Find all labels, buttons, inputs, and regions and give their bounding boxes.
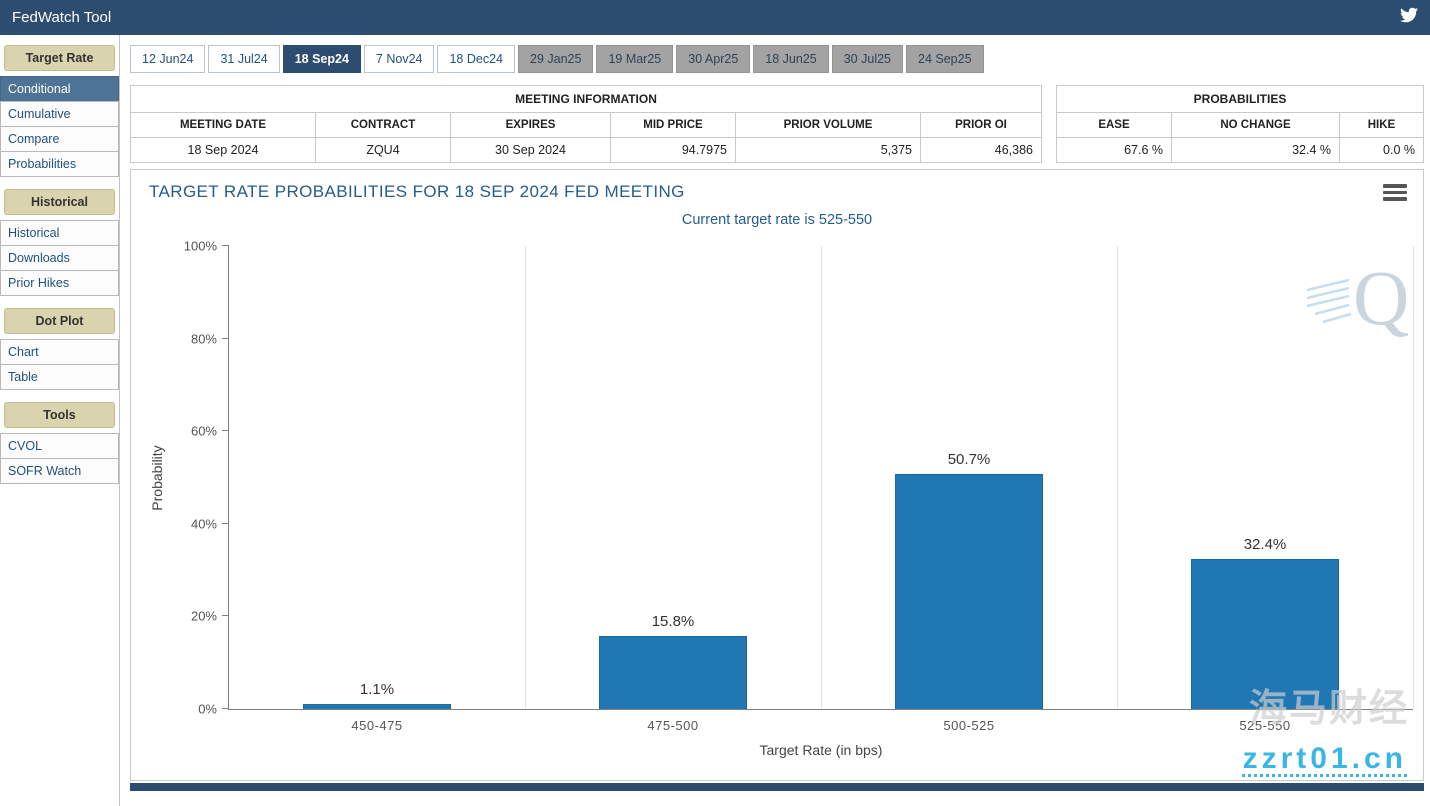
meeting-date-value: 18 Sep 2024: [131, 138, 316, 163]
y-tick-label: 20%: [191, 609, 229, 624]
hamburger-menu-icon[interactable]: [1383, 184, 1407, 204]
x-tick-label: 500-525: [821, 709, 1117, 733]
col-ease: EASE: [1057, 113, 1172, 138]
ease-value: 67.6 %: [1057, 138, 1172, 163]
contract-value: ZQU4: [316, 138, 451, 163]
chart-subtitle: Current target rate is 525-550: [131, 212, 1423, 228]
tab-19-mar25[interactable]: 19 Mar25: [596, 45, 673, 73]
sidebar-group-dot-plot: Dot Plot: [4, 308, 115, 334]
prior-volume-value: 5,375: [736, 138, 921, 163]
sidebar-item-compare[interactable]: Compare: [0, 126, 119, 152]
y-tick-label: 40%: [191, 516, 229, 531]
sidebar-group-tools: Tools: [4, 402, 115, 428]
tab-30-apr25[interactable]: 30 Apr25: [676, 45, 750, 73]
tab-31-jul24[interactable]: 31 Jul24: [208, 45, 279, 73]
tab-7-nov24[interactable]: 7 Nov24: [364, 45, 435, 73]
bar-slot-500-525: 50.7%: [821, 246, 1117, 709]
x-axis-labels: 450-475 475-500 500-525 525-550: [229, 709, 1413, 733]
tab-18-jun25[interactable]: 18 Jun25: [753, 45, 828, 73]
bar-value-label: 15.8%: [652, 613, 695, 630]
table-row: 67.6 % 32.4 % 0.0 %: [1057, 138, 1424, 163]
x-tick-label: 450-475: [229, 709, 525, 733]
y-tick-label: 60%: [191, 424, 229, 439]
y-axis-title: Probability: [149, 445, 165, 510]
footer-bar: [130, 783, 1424, 791]
bar-slot-525-550: 32.4%: [1117, 246, 1413, 709]
sidebar-item-probabilities[interactable]: Probabilities: [0, 151, 119, 177]
bar-slots: 1.1% 15.8% 50.7% 32.4%: [229, 246, 1413, 709]
chart-bar[interactable]: [1191, 559, 1339, 709]
bar-slot-450-475: 1.1%: [229, 246, 525, 709]
col-mid-price: MID PRICE: [611, 113, 736, 138]
no-change-value: 32.4 %: [1172, 138, 1340, 163]
col-expires: EXPIRES: [451, 113, 611, 138]
col-contract: CONTRACT: [316, 113, 451, 138]
col-hike: HIKE: [1340, 113, 1424, 138]
col-no-change: NO CHANGE: [1172, 113, 1340, 138]
x-axis-title: Target Rate (in bps): [229, 742, 1413, 758]
col-prior-oi: PRIOR OI: [921, 113, 1042, 138]
tab-24-sep25[interactable]: 24 Sep25: [906, 45, 984, 73]
app-title: FedWatch Tool: [12, 9, 111, 26]
sidebar-item-conditional[interactable]: Conditional: [0, 76, 119, 102]
sidebar-group-target-rate: Target Rate: [4, 45, 115, 71]
bar-value-label: 32.4%: [1244, 536, 1287, 553]
meeting-info-title: MEETING INFORMATION: [131, 86, 1042, 113]
tab-18-dec24[interactable]: 18 Dec24: [437, 45, 515, 73]
bar-value-label: 50.7%: [948, 451, 991, 468]
col-prior-volume: PRIOR VOLUME: [736, 113, 921, 138]
bar-slot-475-500: 15.8%: [525, 246, 821, 709]
sidebar-item-prior-hikes[interactable]: Prior Hikes: [0, 270, 119, 296]
x-tick-label: 525-550: [1117, 709, 1413, 733]
app-header-bar: FedWatch Tool: [0, 0, 1430, 35]
bar-chart-plot: 0% 20% 40% 60% 80% 100% 1.1% 15.8%: [228, 246, 1413, 710]
sidebar: Target Rate Conditional Cumulative Compa…: [0, 35, 120, 806]
twitter-icon[interactable]: [1400, 6, 1418, 29]
tab-29-jan25[interactable]: 29 Jan25: [518, 45, 593, 73]
chart-panel: TARGET RATE PROBABILITIES FOR 18 SEP 202…: [130, 169, 1424, 781]
sidebar-item-cumulative[interactable]: Cumulative: [0, 101, 119, 127]
hike-value: 0.0 %: [1340, 138, 1424, 163]
tab-30-jul25[interactable]: 30 Jul25: [832, 45, 903, 73]
meeting-tabs: 12 Jun24 31 Jul24 18 Sep24 7 Nov24 18 De…: [130, 45, 1424, 73]
table-row: 18 Sep 2024 ZQU4 30 Sep 2024 94.7975 5,3…: [131, 138, 1042, 163]
col-meeting-date: MEETING DATE: [131, 113, 316, 138]
sidebar-item-table[interactable]: Table: [0, 364, 119, 390]
info-tables: MEETING INFORMATION MEETING DATE CONTRAC…: [130, 85, 1424, 163]
y-tick-label: 100%: [184, 239, 229, 254]
bar-value-label: 1.1%: [360, 681, 394, 698]
expires-value: 30 Sep 2024: [451, 138, 611, 163]
tab-12-jun24[interactable]: 12 Jun24: [130, 45, 205, 73]
tab-18-sep24[interactable]: 18 Sep24: [283, 45, 361, 73]
probabilities-title: PROBABILITIES: [1057, 86, 1424, 113]
probabilities-table: PROBABILITIES EASE NO CHANGE HIKE 67.6 %…: [1056, 85, 1424, 163]
chart-bar[interactable]: [599, 636, 747, 709]
sidebar-item-sofr-watch[interactable]: SOFR Watch: [0, 458, 119, 484]
sidebar-group-historical: Historical: [4, 189, 115, 215]
meeting-information-table: MEETING INFORMATION MEETING DATE CONTRAC…: [130, 85, 1042, 163]
mid-price-value: 94.7975: [611, 138, 736, 163]
sidebar-item-cvol[interactable]: CVOL: [0, 433, 119, 459]
chart-bar[interactable]: [895, 474, 1043, 709]
sidebar-item-downloads[interactable]: Downloads: [0, 245, 119, 271]
sidebar-item-historical[interactable]: Historical: [0, 220, 119, 246]
chart-title: TARGET RATE PROBABILITIES FOR 18 SEP 202…: [149, 182, 685, 202]
x-tick-label: 475-500: [525, 709, 821, 733]
y-tick-label: 80%: [191, 331, 229, 346]
sidebar-item-chart[interactable]: Chart: [0, 339, 119, 365]
y-tick-label: 0%: [198, 702, 229, 717]
vertical-gridline: [1413, 246, 1414, 709]
main-content: 12 Jun24 31 Jul24 18 Sep24 7 Nov24 18 De…: [120, 35, 1430, 806]
prior-oi-value: 46,386: [921, 138, 1042, 163]
